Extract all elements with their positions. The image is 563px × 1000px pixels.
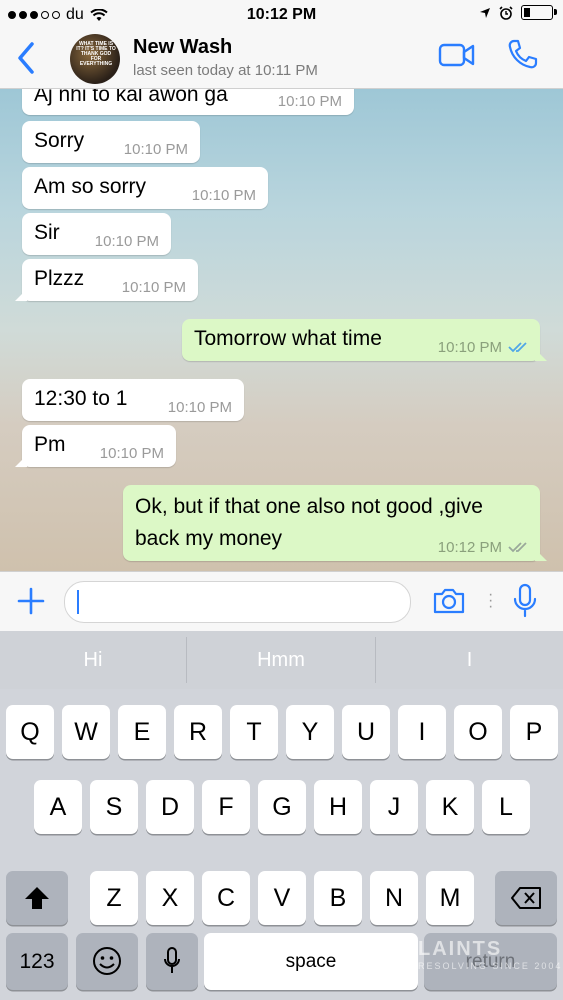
suggestion-bar: Hi Hmm I [0,631,563,689]
message-time: 10:10 PM [121,279,186,296]
message-text: Sorry [34,129,85,152]
backspace-key[interactable] [495,871,557,925]
key-o[interactable]: O [454,705,502,759]
back-chevron-icon[interactable] [12,40,42,76]
avatar-text: WHAT TIME IS IT? IT'S TIME TO THANK GOD … [76,41,116,67]
message-text: Sir [34,221,60,244]
message-input[interactable] [64,581,411,623]
chat-area[interactable]: Aj nhi to kal awon ga 10:10 PM Sorry 10:… [0,89,563,571]
last-seen-status: last seen today at 10:11 PM [133,62,318,79]
suggestion-item[interactable]: Hmm [187,631,375,689]
key-i[interactable]: I [398,705,446,759]
suggestion-item[interactable]: I [376,631,563,689]
key-v[interactable]: V [258,871,306,925]
space-key[interactable]: space [204,933,418,990]
key-k[interactable]: K [426,780,474,834]
message-text: Plzzz [34,267,85,290]
microphone-icon[interactable] [512,583,538,619]
message-time: 10:10 PM [167,399,232,416]
key-e[interactable]: E [118,705,166,759]
key-s[interactable]: S [90,780,138,834]
dictation-mic-icon [164,947,180,973]
text-caret [77,590,79,614]
message-text: Aj nhi to kal awon ga [34,89,228,106]
key-c[interactable]: C [202,871,250,925]
message-time: 10:10 PM [123,141,188,158]
message-text: Pm [34,433,66,456]
shift-key[interactable] [6,871,68,925]
backspace-icon [511,887,541,909]
key-d[interactable]: D [146,780,194,834]
message-bubble-incoming[interactable]: Sorry 10:10 PM [22,121,200,163]
message-time: 10:10 PM [277,93,342,110]
key-u[interactable]: U [342,705,390,759]
suggestion-item[interactable]: Hi [0,631,186,689]
shift-arrow-icon [25,887,49,909]
key-m[interactable]: M [426,871,474,925]
read-double-check-icon [508,342,527,353]
message-text-line: Ok, but if that one also not good ,give [135,495,483,518]
key-n[interactable]: N [370,871,418,925]
message-time: 10:10 PM [437,339,502,356]
emoji-face-icon [93,947,121,975]
delivered-double-check-icon [508,542,527,553]
chat-header: WHAT TIME IS IT? IT'S TIME TO THANK GOD … [0,30,563,89]
status-bar: du 10:12 PM [0,0,563,30]
watermark-subtext: RESOLVING SINCE 2004 [418,961,563,971]
key-g[interactable]: G [258,780,306,834]
contact-name[interactable]: New Wash [133,36,232,59]
message-bubble-incoming[interactable]: Aj nhi to kal awon ga 10:10 PM [22,89,354,115]
video-call-icon[interactable] [438,42,476,68]
message-bubble-outgoing[interactable]: Ok, but if that one also not good ,give … [123,485,547,561]
divider-dots: · · · [488,586,494,615]
message-bubble-incoming[interactable]: Sir 10:10 PM [22,213,171,255]
battery-icon [521,5,557,20]
message-bubble-incoming[interactable]: Pm 10:10 PM [15,425,176,467]
key-q[interactable]: Q [6,705,54,759]
key-x[interactable]: X [146,871,194,925]
dictation-key[interactable] [146,933,198,990]
emoji-key[interactable] [76,933,138,990]
message-time: 10:10 PM [99,445,164,462]
key-l[interactable]: L [482,780,530,834]
plus-icon[interactable] [16,586,46,616]
key-p[interactable]: P [510,705,558,759]
location-arrow-icon [480,7,490,18]
phone-call-icon[interactable] [506,38,538,70]
message-bubble-incoming[interactable]: Am so sorry 10:10 PM [22,167,268,209]
key-y[interactable]: Y [286,705,334,759]
message-time: 10:10 PM [94,233,159,250]
message-text: Ok, but if that one also not good ,give … [135,491,483,555]
avatar[interactable]: WHAT TIME IS IT? IT'S TIME TO THANK GOD … [70,34,120,84]
message-input-bar: · · · [0,571,563,632]
message-text: 12:30 to 1 [34,387,128,410]
camera-icon[interactable] [432,587,466,615]
key-z[interactable]: Z [90,871,138,925]
key-a[interactable]: A [34,780,82,834]
message-time: 10:10 PM [191,187,256,204]
message-bubble-incoming[interactable]: Plzzz 10:10 PM [15,259,198,301]
message-text: Am so sorry [34,175,147,198]
key-r[interactable]: R [174,705,222,759]
message-bubble-incoming[interactable]: 12:30 to 1 10:10 PM [22,379,244,421]
alarm-icon [499,5,513,20]
watermark-text: LAINTS [418,938,503,960]
key-b[interactable]: B [314,871,362,925]
status-right [479,5,557,20]
message-time: 10:12 PM [437,539,502,556]
key-f[interactable]: F [202,780,250,834]
message-text-line: back my money [135,527,283,550]
numbers-key[interactable]: 123 [6,933,68,990]
watermark: LAINTS RESOLVING SINCE 2004 [418,938,562,971]
message-text: Tomorrow what time [194,327,382,350]
key-w[interactable]: W [62,705,110,759]
key-t[interactable]: T [230,705,278,759]
key-j[interactable]: J [370,780,418,834]
key-h[interactable]: H [314,780,362,834]
message-bubble-outgoing[interactable]: Tomorrow what time 10:10 PM [182,319,547,361]
